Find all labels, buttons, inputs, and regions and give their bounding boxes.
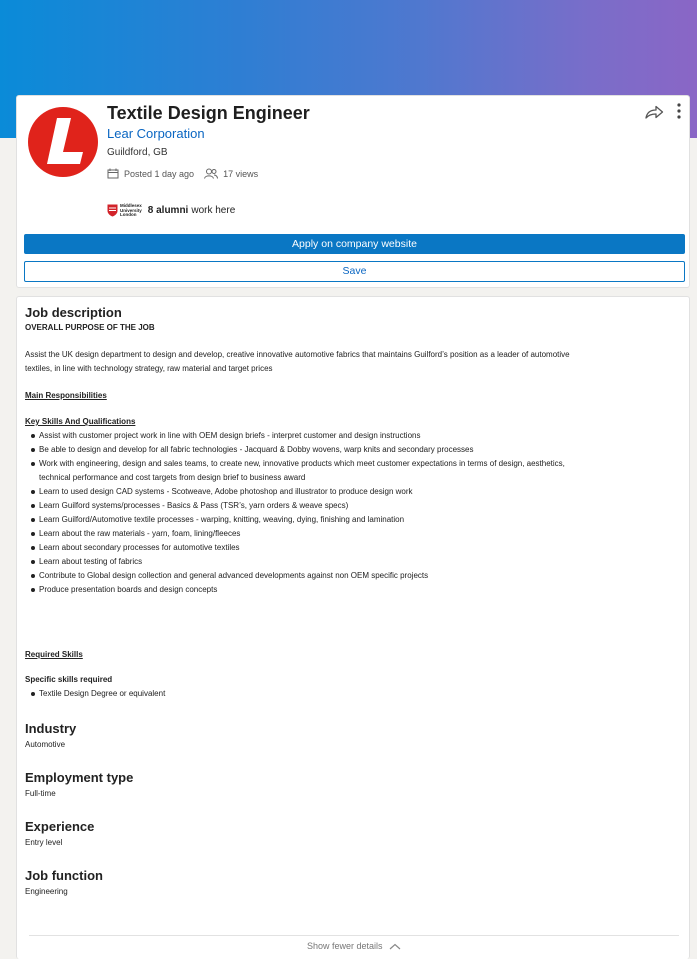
list-item: Learn to used design CAD systems - Scotw… [25, 485, 685, 499]
alumni-info[interactable]: Middlesex University London 8 alumni wor… [107, 203, 236, 218]
list-item: Be able to design and develop for all fa… [25, 443, 685, 457]
save-button[interactable]: Save [24, 261, 685, 282]
list-item: Learn about secondary processes for auto… [25, 541, 685, 555]
job-meta-row: Posted 1 day ago 17 views [107, 168, 268, 179]
employment-type-label: Employment type [25, 770, 134, 785]
list-item: Learn Guilford systems/processes - Basic… [25, 499, 685, 513]
description-heading: Job description [25, 305, 122, 320]
alumni-suffix: work here [191, 205, 236, 217]
main-responsibilities-heading: Main Responsibilities [25, 391, 107, 400]
industry-label: Industry [25, 721, 77, 736]
people-icon [204, 168, 219, 179]
required-skills-heading: Required Skills [25, 650, 83, 659]
company-logo[interactable] [27, 106, 99, 178]
list-item: Assist with customer project work in lin… [25, 429, 685, 443]
specific-skills-heading: Specific skills required [25, 675, 113, 684]
job-function-value: Engineering [25, 887, 68, 896]
university-logo: Middlesex University London [107, 203, 142, 218]
specific-skills-list: Textile Design Degree or equivalent [25, 687, 685, 701]
purpose-heading: OVERALL PURPOSE OF THE JOB [25, 323, 155, 332]
university-logo-text: Middlesex University London [120, 203, 142, 217]
purpose-text-line-2: textiles, in line with technology strate… [25, 364, 273, 373]
chevron-up-icon [389, 943, 401, 950]
key-skills-heading: Key Skills And Qualifications [25, 417, 136, 426]
university-crest-icon [107, 204, 118, 217]
list-item: Learn Guilford/Automotive textile proces… [25, 513, 685, 527]
list-item-continuation: technical performance and cost targets f… [39, 473, 306, 482]
posted-text: Posted 1 day ago [124, 168, 195, 179]
job-function-label: Job function [25, 868, 103, 883]
industry-value: Automotive [25, 740, 66, 749]
list-item: Produce presentation boards and design c… [25, 583, 685, 597]
job-description-card: Job description OVERALL PURPOSE OF THE J… [16, 296, 690, 959]
company-name-link[interactable]: Lear Corporation [107, 126, 205, 141]
job-header-card: Textile Design Engineer Lear Corporation… [16, 95, 690, 288]
job-location: Guildford, GB [107, 147, 168, 158]
alumni-count: 8 alumni [147, 205, 189, 217]
share-icon[interactable] [644, 104, 664, 120]
views-text: 17 views [223, 168, 259, 179]
posted-info: Posted 1 day ago [107, 168, 194, 179]
calendar-icon [107, 168, 119, 179]
list-item: Work with engineering, design and sales … [25, 457, 685, 471]
show-fewer-button[interactable]: Show fewer details [29, 935, 679, 955]
experience-value: Entry level [25, 838, 63, 847]
list-item: Learn about testing of fabrics [25, 555, 685, 569]
employment-type-value: Full-time [25, 789, 56, 798]
experience-label: Experience [25, 819, 95, 834]
list-item: Learn about the raw materials - yarn, fo… [25, 527, 685, 541]
apply-button[interactable]: Apply on company website [24, 234, 685, 254]
purpose-text-line-1: Assist the UK design department to desig… [25, 350, 570, 359]
job-title: Textile Design Engineer [107, 103, 310, 123]
list-item: Contribute to Global design collection a… [25, 569, 685, 583]
responsibilities-list: Assist with customer project work in lin… [25, 429, 685, 597]
views-info: 17 views [204, 168, 258, 179]
more-options-icon[interactable] [674, 102, 684, 120]
show-fewer-label: Show fewer details [306, 941, 383, 951]
list-item: Textile Design Degree or equivalent [25, 687, 685, 701]
